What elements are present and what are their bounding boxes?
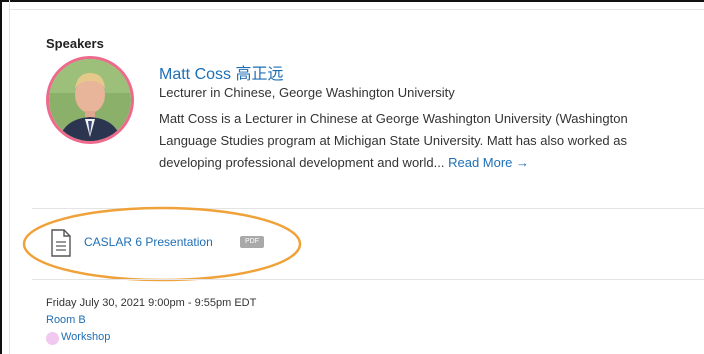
speaker-title: Lecturer in Chinese, George Washington U… bbox=[159, 85, 455, 100]
speakers-heading: Speakers bbox=[46, 36, 104, 51]
session-type-link[interactable]: Workshop bbox=[61, 331, 110, 343]
session-type-dot-icon bbox=[46, 332, 59, 345]
speaker-avatar[interactable] bbox=[46, 56, 134, 144]
speaker-bio: Matt Coss is a Lecturer in Chinese at Ge… bbox=[159, 108, 704, 174]
document-icon bbox=[51, 229, 71, 257]
content-border-top bbox=[9, 9, 704, 10]
person-photo-icon bbox=[49, 59, 131, 141]
content-border-left bbox=[9, 0, 10, 354]
bio-line: Language Studies program at Michigan Sta… bbox=[159, 133, 627, 148]
presentation-file-link[interactable]: CASLAR 6 Presentation bbox=[84, 235, 213, 249]
session-room-link[interactable]: Room B bbox=[46, 314, 86, 326]
bio-line: Matt Coss is a Lecturer in Chinese at Ge… bbox=[159, 111, 628, 126]
section-divider bbox=[32, 279, 704, 280]
read-more-link[interactable]: Read More → bbox=[448, 155, 529, 170]
bio-line: developing professional development and … bbox=[159, 152, 704, 174]
file-type-badge: PDF bbox=[240, 236, 264, 248]
session-datetime: Friday July 30, 2021 9:00pm - 9:55pm EDT bbox=[46, 297, 257, 309]
speaker-name-link[interactable]: Matt Coss 高正远 bbox=[159, 60, 283, 84]
bio-line-text: developing professional development and … bbox=[159, 155, 445, 170]
